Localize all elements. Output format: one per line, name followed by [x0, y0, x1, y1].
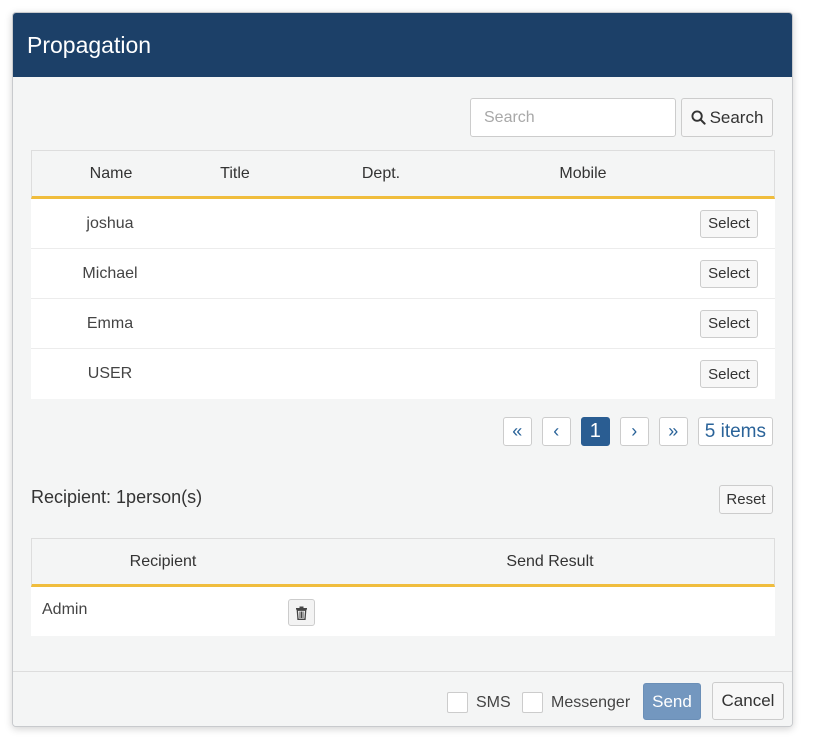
col-header-mobile: Mobile: [559, 164, 607, 182]
users-table-header: Name Title Dept. Mobile: [31, 150, 775, 199]
user-name: Emma: [86, 314, 134, 332]
col-header-title: Title: [220, 164, 250, 182]
sms-checkbox[interactable]: [447, 692, 468, 713]
dialog-footer: SMS Messenger Send Cancel: [13, 671, 792, 726]
select-button[interactable]: Select: [700, 209, 758, 238]
messenger-checkbox[interactable]: [522, 692, 543, 713]
search-bar: Search: [470, 98, 773, 137]
last-page-button[interactable]: »: [658, 417, 688, 446]
table-row: Emma Select: [31, 299, 775, 349]
send-button[interactable]: Send: [643, 683, 701, 720]
sms-label: SMS: [476, 694, 511, 711]
search-icon: [691, 110, 706, 125]
user-name: joshua: [86, 214, 134, 232]
dialog-header: Propagation: [13, 13, 792, 77]
table-row: Michael Select: [31, 249, 775, 299]
search-input[interactable]: [470, 98, 676, 137]
select-button[interactable]: Select: [700, 360, 758, 388]
search-button[interactable]: Search: [681, 98, 773, 137]
dialog-title: Propagation: [27, 31, 152, 58]
current-page-button[interactable]: 1: [580, 417, 610, 446]
col-header-name: Name: [89, 164, 133, 182]
search-button-label: Search: [709, 107, 764, 127]
table-row: joshua Select: [31, 199, 775, 249]
table-row: USER Select: [31, 349, 775, 399]
prev-page-button[interactable]: ‹: [541, 417, 571, 446]
recipient-count: Recipient: 1person(s): [31, 487, 203, 507]
select-button[interactable]: Select: [700, 309, 758, 338]
table-row: Admin: [31, 587, 775, 636]
col-header-recipient: Recipient: [129, 552, 197, 570]
cancel-button[interactable]: Cancel: [712, 682, 784, 720]
remove-recipient-button[interactable]: [288, 599, 315, 626]
next-page-button[interactable]: ›: [619, 417, 649, 446]
reset-button[interactable]: Reset: [719, 485, 773, 514]
pagination: « ‹ 1 › » 5 items: [502, 417, 773, 446]
first-page-button[interactable]: «: [502, 417, 532, 446]
propagation-dialog: Propagation Search Name Title Dept. Mobi…: [12, 12, 793, 727]
users-table: Name Title Dept. Mobile joshua Select Mi…: [31, 150, 775, 399]
recipients-table: Recipient Send Result Admin: [31, 538, 775, 636]
trash-icon: [296, 606, 307, 620]
total-items-badge: 5 items: [697, 417, 773, 446]
user-name: USER: [87, 365, 133, 382]
col-header-send-result: Send Result: [506, 552, 594, 570]
recipients-table-header: Recipient Send Result: [31, 538, 775, 587]
messenger-label: Messenger: [551, 694, 631, 711]
user-name: Michael: [82, 264, 138, 282]
recipient-name: Admin: [42, 601, 88, 618]
col-header-dept: Dept.: [361, 164, 401, 182]
select-button[interactable]: Select: [700, 259, 758, 288]
